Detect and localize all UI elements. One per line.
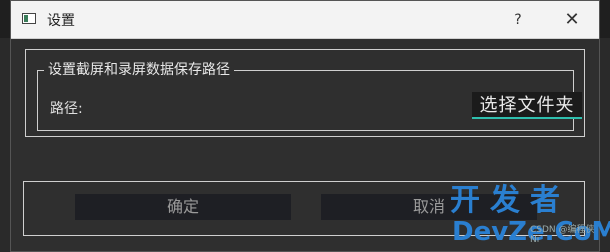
window-title: 设置 [47,13,75,29]
ok-button[interactable]: 确定 [75,194,291,220]
title-bar: 设置 ? ✕ [11,1,599,39]
dialog-content: 设置截屏和录屏数据保存路径 路径: 选择文件夹 确定 取消 [11,39,599,251]
settings-dialog: 设置 ? ✕ 设置截屏和录屏数据保存路径 路径: 选择文件夹 确定 取消 [10,0,600,252]
window-icon [22,13,36,24]
groupbox-title: 设置截屏和录屏数据保存路径 [44,61,234,79]
path-label: 路径: [50,101,83,117]
cancel-button[interactable]: 取消 [321,194,537,220]
help-button[interactable]: ? [508,9,528,31]
choose-folder-button[interactable]: 选择文件夹 [472,92,582,119]
save-path-groupbox: 设置截屏和录屏数据保存路径 路径: 选择文件夹 [25,49,585,137]
close-button[interactable]: ✕ [561,9,583,31]
